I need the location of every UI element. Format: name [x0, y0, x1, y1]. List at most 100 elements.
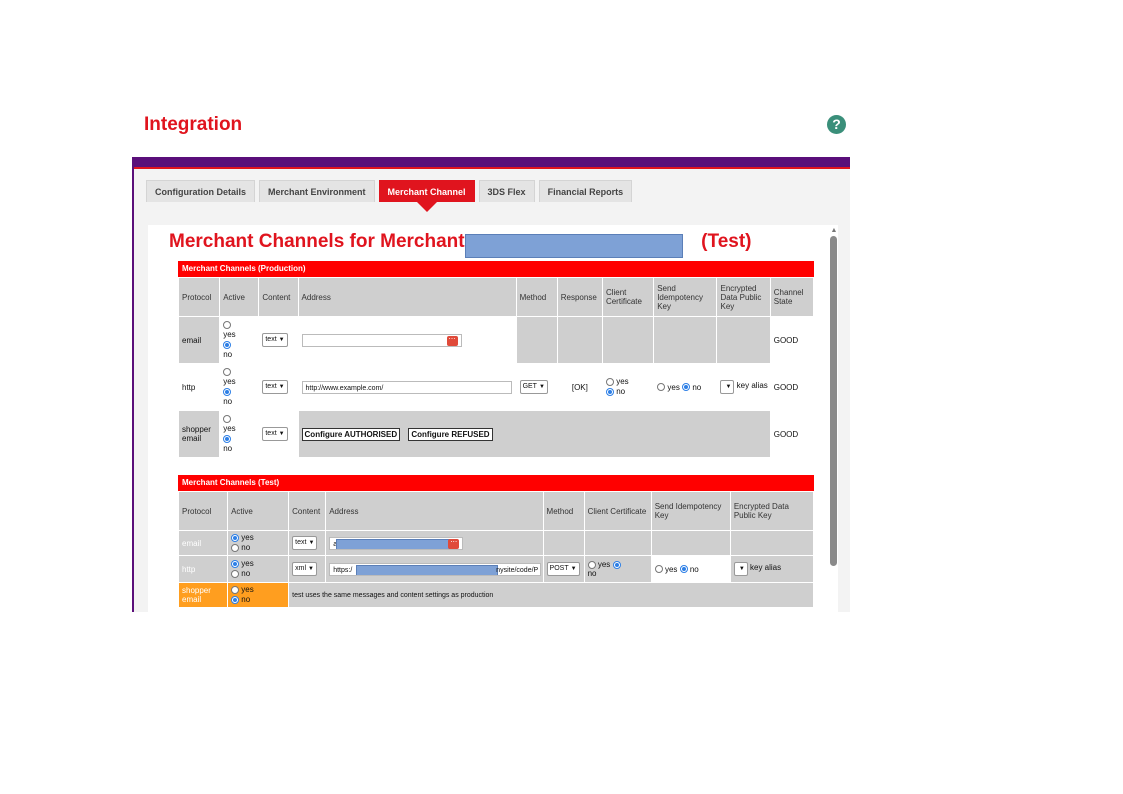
radio-no[interactable] — [231, 595, 240, 604]
idem-radio-yes[interactable] — [654, 565, 663, 574]
scroll-up-icon[interactable]: ▲ — [830, 227, 838, 234]
radio-no[interactable] — [223, 434, 232, 443]
col-send-idempotency-key: Send Idempotency Key — [654, 278, 717, 316]
radio-yes[interactable] — [223, 367, 232, 376]
url-input[interactable]: https:/nysite/code/P — [329, 562, 542, 576]
radio-no[interactable] — [223, 387, 232, 396]
protocol-cell: shopper email — [179, 411, 220, 457]
tab-merchant-environment[interactable]: Merchant Environment — [259, 180, 375, 202]
client-certificate-cell: yes no — [602, 364, 654, 410]
tab-configuration-details[interactable]: Configuration Details — [146, 180, 256, 202]
channel-state-cell: GOOD — [770, 364, 813, 410]
main-frame: Configuration Details Merchant Environme… — [132, 157, 850, 612]
col-address: Address — [298, 278, 516, 316]
help-icon[interactable]: ? — [827, 115, 846, 134]
active-cell: yes no — [220, 411, 259, 457]
chevron-down-icon: ▼ — [738, 566, 745, 572]
idem-radio-no[interactable] — [679, 565, 688, 574]
test-header: Merchant Channels (Test) — [178, 475, 814, 491]
configure-authorised-button[interactable]: Configure AUTHORISED — [301, 427, 401, 441]
radio-yes[interactable] — [223, 320, 232, 329]
content-select[interactable]: text ▼ — [262, 333, 288, 347]
col-content: Content — [289, 492, 326, 530]
radio-no[interactable] — [231, 543, 240, 552]
active-cell: yes no — [228, 583, 289, 607]
content-cell: text ▼ — [259, 411, 298, 457]
merchant-channel-panel: Merchant Channels for Merchant (Test) Me… — [148, 225, 838, 612]
tab-bar: Configuration Details Merchant Environme… — [146, 180, 633, 212]
cert-radio-no[interactable] — [605, 387, 614, 396]
email-address-input[interactable]: a ⋯ — [329, 536, 464, 550]
table-row: shopper email yes no test uses the same … — [179, 583, 813, 607]
production-table: Protocol Active Content Address Method R… — [178, 277, 814, 458]
content-select[interactable]: text ▼ — [262, 427, 288, 441]
redacted-address — [336, 538, 451, 549]
chevron-down-icon: ▼ — [278, 431, 285, 437]
cert-radio-yes[interactable] — [605, 377, 614, 386]
col-send-idempotency-key: Send Idempotency Key — [651, 492, 730, 530]
content-cell: text ▼ — [289, 531, 326, 555]
heading-suffix: (Test) — [701, 231, 752, 252]
cert-radio-yes[interactable] — [587, 560, 596, 569]
chevron-down-icon: ▼ — [278, 337, 285, 343]
brand-bar — [134, 157, 850, 169]
configure-refused-button[interactable]: Configure REFUSED — [408, 427, 493, 441]
radio-yes[interactable] — [231, 533, 240, 542]
col-active: Active — [220, 278, 259, 316]
col-method: Method — [516, 278, 557, 316]
radio-yes[interactable] — [223, 414, 232, 423]
password-manager-icon[interactable]: ⋯ — [446, 335, 458, 346]
active-cell: yes no — [228, 531, 289, 555]
tab-3ds-flex[interactable]: 3DS Flex — [478, 180, 535, 202]
col-response: Response — [557, 278, 602, 316]
scrollbar-thumb[interactable] — [830, 236, 837, 566]
chevron-down-icon: ▼ — [278, 384, 285, 390]
radio-yes[interactable] — [231, 585, 240, 594]
content-select[interactable]: xml ▼ — [292, 562, 317, 576]
protocol-cell: email — [179, 531, 228, 555]
content-cell: text ▼ — [259, 364, 298, 410]
tab-financial-reports[interactable]: Financial Reports — [538, 180, 633, 202]
col-client-certificate: Client Certificate — [602, 278, 654, 316]
test-header-row: Protocol Active Content Address Method C… — [179, 492, 813, 530]
client-certificate-cell: yes no — [584, 556, 651, 582]
channel-state-cell: GOOD — [770, 317, 813, 363]
address-cell: a ⋯ — [326, 531, 543, 555]
radio-yes-label: yes — [223, 377, 236, 386]
url-input[interactable]: http://www.example.com/ — [301, 380, 512, 394]
content-select[interactable]: text ▼ — [262, 380, 288, 394]
public-key-select[interactable]: ▼ — [720, 380, 735, 394]
public-key-select[interactable]: ▼ — [733, 562, 748, 576]
email-address-input[interactable]: ⋯ — [301, 333, 462, 347]
idem-radio-no[interactable] — [682, 383, 691, 392]
radio-yes[interactable] — [231, 559, 240, 568]
method-select[interactable]: POST ▼ — [546, 562, 580, 576]
radio-no-label: no — [223, 397, 233, 406]
idem-radio-yes[interactable] — [657, 383, 666, 392]
col-address: Address — [326, 492, 543, 530]
address-cell: ⋯ — [298, 317, 516, 363]
radio-no[interactable] — [223, 340, 232, 349]
method-select[interactable]: GET ▼ — [519, 380, 548, 394]
cert-radio-no[interactable] — [612, 560, 621, 569]
password-manager-icon[interactable]: ⋯ — [448, 538, 460, 549]
radio-no-label: no — [223, 444, 233, 453]
radio-no[interactable] — [231, 569, 240, 578]
redacted-address — [356, 564, 499, 575]
col-client-certificate: Client Certificate — [584, 492, 651, 530]
chevron-down-icon: ▼ — [308, 566, 314, 572]
table-row: http yes no text ▼ http://www.example.com… — [179, 364, 813, 410]
page-title: Integration — [144, 114, 243, 135]
active-cell: yes no — [220, 364, 259, 410]
tab-merchant-channel[interactable]: Merchant Channel — [378, 180, 475, 212]
table-row: email yes no text ▼ ⋯ GOOD — [179, 317, 813, 363]
table-row: shopper email yes no text ▼ Configure AUT… — [179, 411, 813, 457]
response-cell: [OK] — [557, 364, 602, 410]
address-cell: http://www.example.com/ — [298, 364, 516, 410]
content-select[interactable]: text ▼ — [292, 536, 318, 550]
production-header: Merchant Channels (Production) — [178, 261, 814, 277]
channel-state-cell: GOOD — [770, 411, 813, 457]
idempotency-cell: yes no — [654, 364, 717, 410]
content-cell: xml ▼ — [289, 556, 326, 582]
production-section: Merchant Channels (Production) Protocol … — [178, 261, 814, 458]
